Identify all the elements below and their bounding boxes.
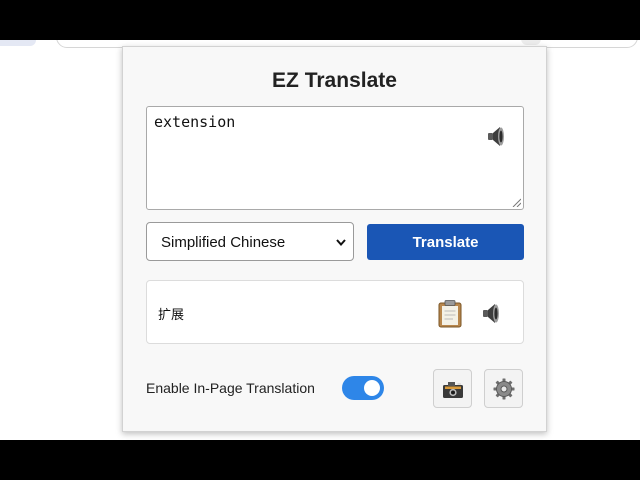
- toggle-knob: [364, 380, 380, 396]
- source-text-area[interactable]: [146, 106, 524, 210]
- language-select[interactable]: Simplified Chinese: [146, 222, 354, 261]
- translate-button[interactable]: Translate: [367, 224, 524, 260]
- chevron-down-icon: [336, 239, 346, 247]
- translation-result: 扩展: [146, 280, 524, 344]
- resize-grip-icon[interactable]: [512, 198, 521, 207]
- speaker-icon[interactable]: [480, 301, 504, 325]
- gear-icon: [493, 378, 515, 400]
- browser-tab[interactable]: [0, 40, 36, 46]
- in-page-translation-toggle[interactable]: [342, 376, 384, 400]
- extension-popup: EZ Translate Simplified Chinese Translat…: [122, 46, 547, 432]
- language-select-value: Simplified Chinese: [161, 234, 286, 251]
- address-bar-button[interactable]: [521, 40, 541, 45]
- in-page-translation-label: Enable In-Page Translation: [146, 380, 315, 396]
- popup-title: EZ Translate: [272, 69, 397, 92]
- settings-button[interactable]: [484, 369, 523, 408]
- speaker-icon[interactable]: [485, 124, 509, 148]
- translation-result-text: 扩展: [158, 308, 185, 323]
- screenshot-button[interactable]: [433, 369, 472, 408]
- camera-icon: [443, 382, 463, 398]
- clipboard-icon[interactable]: [438, 300, 462, 328]
- source-text-input[interactable]: [154, 113, 454, 131]
